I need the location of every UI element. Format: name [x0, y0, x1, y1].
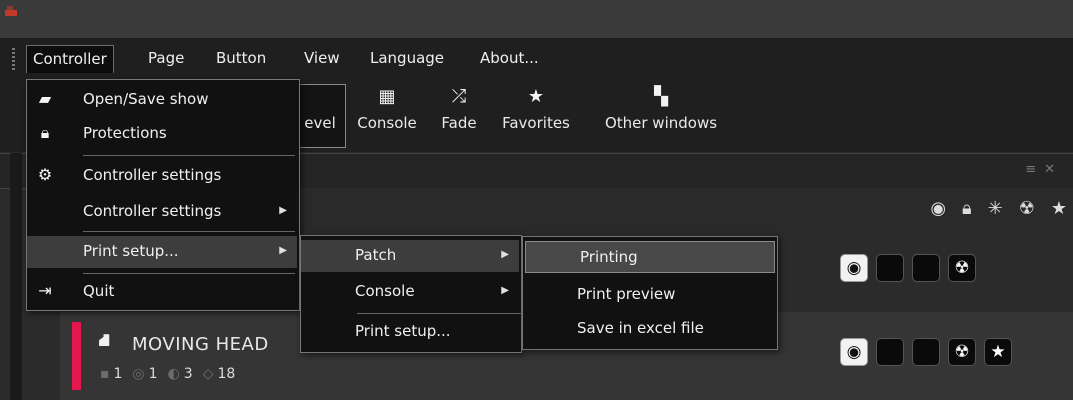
submenu-arrow-icon: ▶ — [279, 205, 287, 216]
circle-icon: ◎ — [132, 366, 145, 382]
menu-item-open-save-show[interactable]: ▰ Open/Save show — [27, 84, 297, 116]
lock-toggle[interactable] — [876, 254, 904, 282]
menu-separator — [357, 313, 521, 314]
submenu-arrow-icon: ▶ — [279, 245, 287, 256]
menu-controller[interactable]: Controller — [26, 45, 114, 73]
lock-icon[interactable]: 🔒︎ — [962, 198, 972, 219]
device-row-1-tiles: ◉ ☢ — [840, 254, 976, 282]
device-row-2-tiles: ◉ ☢ ★ — [840, 338, 1012, 366]
menu-item-controller-settings[interactable]: ⚙ Controller settings — [27, 160, 297, 192]
console-button[interactable]: ▦ Console — [348, 80, 426, 152]
eye-icon[interactable]: ◉ — [840, 338, 868, 366]
windows-icon: ▚ — [654, 86, 668, 107]
menu-item-quit[interactable]: ⇥ Quit — [27, 276, 297, 308]
menu-item-print-preview[interactable]: Print preview — [523, 279, 775, 311]
device-name: MOVING HEAD — [132, 334, 269, 355]
menu-separator — [83, 155, 295, 156]
menu-item-console[interactable]: Console ▶ — [301, 276, 519, 308]
grid-icon: ▦ — [378, 86, 396, 107]
submenu-arrow-icon: ▶ — [501, 285, 509, 296]
shuffle-icon: ⤮ — [451, 86, 467, 107]
radiation-icon[interactable]: ☢ — [1019, 198, 1035, 219]
asterisk-toggle[interactable] — [912, 338, 940, 366]
lock-toggle[interactable] — [876, 338, 904, 366]
fade-button[interactable]: ⤮ Fade — [432, 80, 486, 152]
menu-bar: Controller Page Button View Language Abo… — [0, 38, 1073, 80]
device-color-accent — [72, 322, 81, 390]
menu-item-print-setup-sub[interactable]: Print setup... — [301, 316, 519, 348]
controller-menu: ▰ Open/Save show 🔒︎ Protections ⚙ Contro… — [26, 79, 300, 311]
title-bar — [0, 0, 1073, 38]
menu-item-patch[interactable]: Patch ▶ — [301, 240, 519, 272]
patch-submenu: Printing Print preview Save in excel fil… — [522, 236, 778, 350]
menu-separator — [83, 273, 295, 274]
star-icon[interactable]: ★ — [1051, 198, 1067, 219]
left-strip — [10, 153, 22, 400]
other-windows-button[interactable]: ▚ Other windows — [586, 80, 736, 152]
menu-view[interactable]: View — [298, 45, 346, 71]
radiation-icon[interactable]: ☢ — [948, 338, 976, 366]
gear-icon: ⚙ — [37, 165, 53, 184]
eye-icon[interactable]: ◉ — [930, 198, 946, 219]
menubar-grip[interactable] — [12, 48, 15, 72]
print-setup-submenu: Patch ▶ Console ▶ Print setup... — [300, 235, 522, 353]
menu-button[interactable]: Button — [210, 45, 272, 71]
star-icon[interactable]: ★ — [984, 338, 1012, 366]
submenu-arrow-icon: ▶ — [501, 249, 509, 260]
menu-about[interactable]: About... — [474, 45, 545, 71]
star-icon: ★ — [527, 86, 545, 107]
radiation-icon[interactable]: ☢ — [948, 254, 976, 282]
device-stats: ▪ 1 ◎ 1 ◐ 3 ◇ 18 — [100, 366, 236, 382]
header-icons: ◉ 🔒︎ ✳ ☢ ★ — [930, 198, 1067, 219]
menu-item-controller-settings-submenu[interactable]: Controller settings ▶ — [27, 196, 297, 228]
channel-icon: ▪ — [100, 366, 110, 382]
eye-icon[interactable]: ◉ — [840, 254, 868, 282]
menu-separator — [83, 231, 295, 232]
level-icon — [296, 80, 344, 110]
asterisk-toggle[interactable] — [912, 254, 940, 282]
panel-controls[interactable]: ≡✕ — [1025, 162, 1063, 177]
level-button[interactable]: evel — [296, 80, 344, 152]
moving-head-icon: ⛘ — [98, 330, 111, 351]
link-icon: ◐ — [167, 366, 180, 382]
menu-item-save-excel[interactable]: Save in excel file — [523, 313, 775, 345]
lock-icon: 🔒︎ — [40, 123, 50, 142]
menu-item-printing[interactable]: Printing — [525, 241, 775, 273]
menu-language[interactable]: Language — [364, 45, 450, 71]
asterisk-icon[interactable]: ✳ — [988, 198, 1003, 219]
menu-page[interactable]: Page — [142, 45, 190, 71]
menu-item-print-setup[interactable]: Print setup... ▶ — [27, 236, 297, 268]
exit-icon: ⇥ — [38, 281, 52, 300]
favorites-button[interactable]: ★ Favorites — [490, 80, 582, 152]
address-icon: ◇ — [202, 366, 214, 382]
app-icon — [5, 6, 17, 16]
folder-icon: ▰ — [38, 89, 52, 108]
menu-item-protections[interactable]: 🔒︎ Protections — [27, 118, 297, 150]
